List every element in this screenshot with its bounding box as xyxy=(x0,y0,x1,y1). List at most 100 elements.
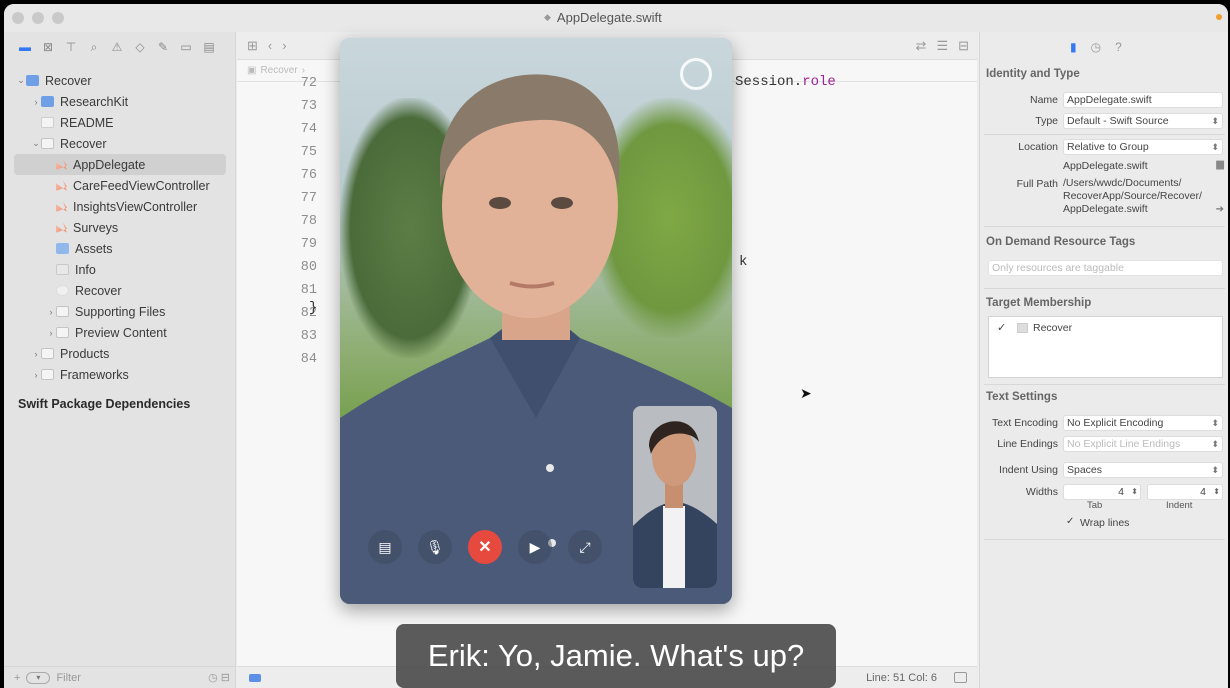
navigator-item[interactable]: Recover xyxy=(4,280,236,301)
navigator-item[interactable]: Surveys xyxy=(4,217,236,238)
odr-tags-field[interactable]: Only resources are taggable xyxy=(988,260,1223,276)
stepper-icon[interactable]: ⬍ xyxy=(1131,485,1138,499)
mute-microphone-icon[interactable]: 🎙 xyxy=(418,530,452,564)
indent-label: Indent Using xyxy=(999,464,1058,476)
forward-icon[interactable]: › xyxy=(282,38,286,53)
navigator-item[interactable]: Info xyxy=(4,259,236,280)
zoom-window-button[interactable] xyxy=(52,12,64,24)
scm-filter-icon[interactable]: ⊟ xyxy=(221,671,230,684)
navigator-item-label: Recover xyxy=(60,136,107,151)
location-select[interactable]: Relative to Group ⬍ xyxy=(1063,139,1223,155)
debug-icon[interactable]: ✎ xyxy=(156,40,170,54)
indent-select[interactable]: Spaces ⬍ xyxy=(1063,462,1223,478)
proj-file-icon xyxy=(26,75,39,86)
tab-width-stepper[interactable]: 4 ⬍ xyxy=(1063,484,1141,500)
filter-input[interactable]: Filter xyxy=(56,672,80,684)
proj-file-icon xyxy=(41,96,54,107)
self-view-video[interactable] xyxy=(633,406,717,588)
navigator-item[interactable]: ⌄ Recover xyxy=(4,133,236,154)
name-field[interactable]: AppDelegate.swift xyxy=(1063,92,1223,108)
test-icon[interactable]: ◇ xyxy=(133,40,147,54)
doc-file-icon xyxy=(41,117,54,128)
help-icon[interactable]: ? xyxy=(1115,40,1122,54)
related-items-icon[interactable]: ⊞ xyxy=(247,38,258,54)
checkbox-checked-icon[interactable]: ✓ xyxy=(1066,516,1074,527)
swift-file-icon: ◆ xyxy=(544,12,551,22)
camera-off-icon[interactable]: ▶ xyxy=(518,530,552,564)
line-number: 75 xyxy=(300,145,317,160)
wrap-lines-label[interactable]: Wrap lines xyxy=(1080,517,1129,530)
navigator-item[interactable]: InsightsViewController xyxy=(4,196,236,217)
end-call-button[interactable]: ✕ xyxy=(468,530,502,564)
navigator-item-label: Info xyxy=(75,262,96,277)
navigator-item[interactable]: › Supporting Files xyxy=(4,301,236,322)
name-label: Name xyxy=(1029,94,1058,106)
navigator-item[interactable]: ⌄ Recover xyxy=(4,70,236,91)
navigator-item[interactable]: › ResearchKit xyxy=(4,91,236,112)
divider xyxy=(984,226,1225,227)
capture-shutter-icon[interactable] xyxy=(680,58,712,90)
folder-icon[interactable]: ▬ xyxy=(18,40,32,54)
chevron-right-icon[interactable]: › xyxy=(31,370,41,380)
navigator-item[interactable]: README xyxy=(4,112,236,133)
source-control-icon[interactable]: ⊠ xyxy=(41,40,55,54)
package-dependencies-heading[interactable]: Swift Package Dependencies xyxy=(4,397,236,411)
code-text: Session. xyxy=(735,74,803,90)
line-number: 76 xyxy=(300,168,317,183)
navigator-item[interactable]: › Products xyxy=(4,343,236,364)
symbol-icon[interactable]: ⊤ xyxy=(64,40,78,54)
chevron-down-icon[interactable]: ⌄ xyxy=(31,138,41,149)
add-editor-icon[interactable]: ⊟ xyxy=(958,38,969,54)
swap-icon[interactable]: ⇄ xyxy=(916,38,927,54)
chevron-right-icon[interactable]: › xyxy=(46,307,56,317)
type-select[interactable]: Default - Swift Source ⬍ xyxy=(1063,113,1223,129)
hide-debug-icon[interactable] xyxy=(954,672,967,683)
endings-label: Line Endings xyxy=(997,438,1058,450)
odr-heading: On Demand Resource Tags xyxy=(986,236,1136,248)
filter-options-button[interactable]: ▾ xyxy=(26,671,51,684)
warning-icon[interactable]: ⚠ xyxy=(110,40,124,54)
widths-label: Widths xyxy=(1025,486,1058,498)
navigator-item-label: Assets xyxy=(75,241,113,256)
report-icon[interactable]: ▤ xyxy=(202,40,216,54)
encoding-select[interactable]: No Explicit Encoding ⬍ xyxy=(1063,415,1223,431)
updown-icon: ⬍ xyxy=(1211,116,1219,126)
navigator-item[interactable]: › Frameworks xyxy=(4,364,236,385)
debug-area-toggle-icon[interactable] xyxy=(249,674,261,682)
chevron-right-icon[interactable]: › xyxy=(31,97,41,107)
chevron-right-icon[interactable]: › xyxy=(46,328,56,338)
back-icon[interactable]: ‹ xyxy=(268,38,272,53)
close-window-button[interactable] xyxy=(12,12,24,24)
cursor-position: Line: 51 Col: 6 xyxy=(866,672,937,684)
fullscreen-icon[interactable]: ⤢ xyxy=(568,530,602,564)
navigator-item[interactable]: AppDelegate xyxy=(14,154,226,175)
navigator-item[interactable]: Assets xyxy=(4,238,236,259)
history-icon[interactable]: ◷ xyxy=(1091,40,1101,54)
location-file: AppDelegate.swift xyxy=(1063,160,1148,172)
chevron-down-icon[interactable]: ⌄ xyxy=(16,75,26,86)
window-title-text: AppDelegate.swift xyxy=(556,10,662,25)
endings-select[interactable]: No Explicit Line Endings ⬍ xyxy=(1063,436,1223,452)
sidebar-icon[interactable]: ▤ xyxy=(368,530,402,564)
divider xyxy=(984,384,1225,385)
navigator-item[interactable]: CareFeedViewController xyxy=(4,175,236,196)
indent-width-stepper[interactable]: 4 ⬍ xyxy=(1147,484,1223,500)
breakpoint-icon[interactable]: ▭ xyxy=(179,40,193,54)
chevron-right-icon[interactable]: › xyxy=(31,349,41,359)
navigator-item[interactable]: › Preview Content xyxy=(4,322,236,343)
folder-file-icon xyxy=(56,306,69,317)
navigator-item-label: ResearchKit xyxy=(60,94,129,109)
title-bar: ◆ AppDelegate.swift xyxy=(4,4,1228,32)
folder-icon[interactable]: ▆ xyxy=(1216,159,1224,170)
add-icon[interactable]: + xyxy=(14,672,20,684)
recent-files-icon[interactable]: ◷ xyxy=(208,671,218,684)
navigator-item-label: README xyxy=(60,115,114,130)
checkbox-checked-icon[interactable]: ✓ xyxy=(997,321,1006,334)
file-inspector-icon[interactable]: ▮ xyxy=(1070,40,1077,54)
reveal-arrow-icon[interactable]: ➔ xyxy=(1216,204,1224,215)
adjust-editor-icon[interactable]: ☰ xyxy=(936,38,948,54)
navigator-item-label: Products xyxy=(60,346,110,361)
search-icon[interactable]: ⌕ xyxy=(87,40,101,54)
minimize-window-button[interactable] xyxy=(32,12,44,24)
stepper-icon[interactable]: ⬍ xyxy=(1213,485,1220,499)
